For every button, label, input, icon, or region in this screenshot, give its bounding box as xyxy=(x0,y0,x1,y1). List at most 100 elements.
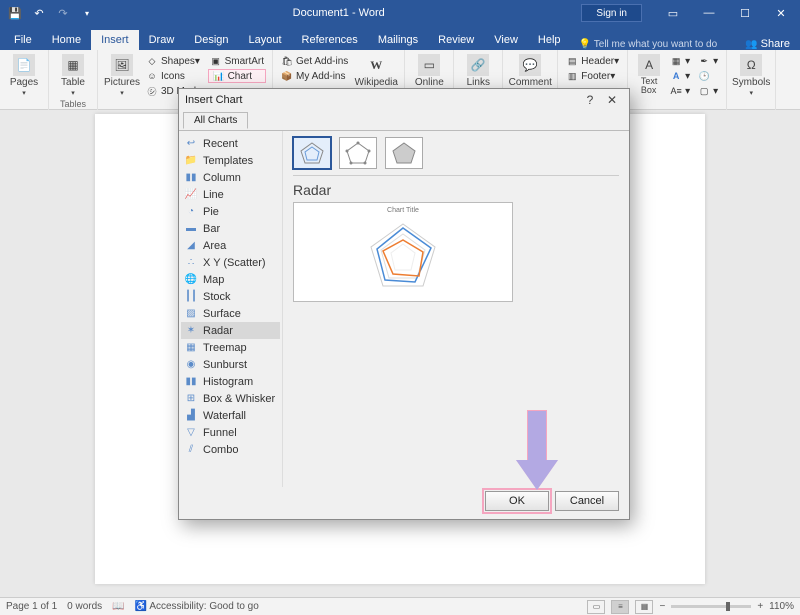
side-histogram[interactable]: ▮▮Histogram xyxy=(181,373,280,390)
table-button[interactable]: ▦ Table ▾ xyxy=(53,52,93,97)
tab-help[interactable]: Help xyxy=(528,30,571,50)
spellcheck-icon[interactable]: 📖 xyxy=(112,601,124,612)
symbols-icon: Ω xyxy=(740,54,762,76)
quickparts-button[interactable]: ▦▾ xyxy=(668,54,692,68)
bar-icon: ▬ xyxy=(184,222,198,236)
radar-icon: ✶ xyxy=(184,324,198,338)
tab-mailings[interactable]: Mailings xyxy=(368,30,428,50)
chart-button[interactable]: 📊Chart xyxy=(208,69,266,83)
side-recent[interactable]: ↩Recent xyxy=(181,135,280,152)
tab-draw[interactable]: Draw xyxy=(139,30,185,50)
side-sunburst[interactable]: ◉Sunburst xyxy=(181,356,280,373)
print-layout-icon[interactable]: ≡ xyxy=(611,600,629,614)
read-mode-icon[interactable]: ▭ xyxy=(587,600,605,614)
redo-icon[interactable]: ↷ xyxy=(54,4,72,22)
tab-view[interactable]: View xyxy=(484,30,528,50)
comment-icon: 💬 xyxy=(519,54,541,76)
comment-label: Comment xyxy=(509,77,552,88)
side-area[interactable]: ◢Area xyxy=(181,237,280,254)
dialog-close-icon[interactable]: ✕ xyxy=(601,93,623,107)
signature-icon: ✒ xyxy=(698,55,710,67)
quickparts-icon: ▦ xyxy=(670,55,682,67)
datetime-icon: 🕒 xyxy=(698,70,710,82)
pictures-button[interactable]: 🖼 Pictures ▾ xyxy=(102,52,142,110)
cancel-button[interactable]: Cancel xyxy=(555,491,619,511)
ribbon-display-icon[interactable]: ▭ xyxy=(656,0,690,26)
smartart-button[interactable]: ▣SmartArt xyxy=(208,54,266,68)
onlinevideo-button[interactable]: ▭ Online xyxy=(409,52,449,88)
side-waterfall-label: Waterfall xyxy=(203,410,246,422)
share-button[interactable]: Share xyxy=(745,38,790,50)
myaddins-button[interactable]: 📦My Add-ins xyxy=(279,69,350,83)
side-stock-label: Stock xyxy=(203,291,231,303)
side-pie[interactable]: ◔Pie xyxy=(181,203,280,220)
side-treemap[interactable]: ▦Treemap xyxy=(181,339,280,356)
callout-arrow xyxy=(516,410,558,498)
dropcap-icon: A≡ xyxy=(670,85,682,97)
comment-button[interactable]: 💬 Comment xyxy=(507,52,553,88)
side-stock[interactable]: ┃┃Stock xyxy=(181,288,280,305)
qat-dropdown-icon[interactable]: ▾ xyxy=(78,4,96,22)
allcharts-tab[interactable]: All Charts xyxy=(183,112,248,129)
side-scatter[interactable]: ∴X Y (Scatter) xyxy=(181,254,280,271)
symbols-button[interactable]: Ω Symbols ▾ xyxy=(731,52,771,97)
pages-button[interactable]: 📄 Pages ▾ xyxy=(4,52,44,97)
radar-subtype-3[interactable] xyxy=(385,137,423,169)
object-button[interactable]: ▢▾ xyxy=(696,84,720,98)
accessibility-status[interactable]: ♿ Accessibility: Good to go xyxy=(135,601,259,612)
maximize-icon[interactable]: ☐ xyxy=(728,0,762,26)
tab-design[interactable]: Design xyxy=(184,30,238,50)
icons-button[interactable]: ☺Icons xyxy=(144,69,204,83)
tell-me-search[interactable]: 💡 Tell me what you want to do xyxy=(579,39,718,50)
zoom-out-icon[interactable]: − xyxy=(659,601,665,612)
minimize-icon[interactable]: — xyxy=(692,0,726,26)
close-icon[interactable]: ✕ xyxy=(764,0,798,26)
word-count[interactable]: 0 words xyxy=(67,601,102,612)
tab-review[interactable]: Review xyxy=(428,30,484,50)
undo-icon[interactable]: ↶ xyxy=(30,4,48,22)
dropcap-button[interactable]: A≡▾ xyxy=(668,84,692,98)
tab-layout[interactable]: Layout xyxy=(239,30,292,50)
footer-button[interactable]: ▥Footer ▾ xyxy=(564,69,621,83)
subtype-thumbs xyxy=(293,137,619,176)
wordart-button[interactable]: A▾ xyxy=(668,69,692,83)
save-icon[interactable]: 💾 xyxy=(6,4,24,22)
side-waterfall[interactable]: ▟Waterfall xyxy=(181,407,280,424)
tab-references[interactable]: References xyxy=(292,30,368,50)
radar-subtype-1[interactable] xyxy=(293,137,331,169)
side-combo[interactable]: ⫽Combo xyxy=(181,441,280,458)
chart-preview[interactable]: Chart Title xyxy=(293,202,513,302)
getaddins-button[interactable]: 🛍Get Add-ins xyxy=(279,54,350,68)
group-pages: 📄 Pages ▾ xyxy=(0,50,49,110)
tab-insert[interactable]: Insert xyxy=(91,30,139,50)
side-map[interactable]: 🌐Map xyxy=(181,271,280,288)
textbox-button[interactable]: A Text Box xyxy=(632,52,666,110)
icons-icon: ☺ xyxy=(146,70,158,82)
side-boxwhisker[interactable]: ⊞Box & Whisker xyxy=(181,390,280,407)
sign-in-button[interactable]: Sign in xyxy=(581,4,642,22)
side-radar[interactable]: ✶Radar xyxy=(181,322,280,339)
side-funnel[interactable]: ▽Funnel xyxy=(181,424,280,441)
box-icon: ⊞ xyxy=(184,392,198,406)
page-indicator[interactable]: Page 1 of 1 xyxy=(6,601,57,612)
header-button[interactable]: ▤Header ▾ xyxy=(564,54,621,68)
datetime-button[interactable]: 🕒 xyxy=(696,69,720,83)
text-icons-col: ▦▾ A▾ A≡▾ xyxy=(666,52,694,110)
signature-button[interactable]: ✒▾ xyxy=(696,54,720,68)
dialog-help-icon[interactable]: ? xyxy=(579,93,601,107)
shapes-button[interactable]: ◇Shapes ▾ xyxy=(144,54,204,68)
side-bar[interactable]: ▬Bar xyxy=(181,220,280,237)
side-column[interactable]: ▮▮Column xyxy=(181,169,280,186)
tab-file[interactable]: File xyxy=(4,30,42,50)
zoom-slider[interactable] xyxy=(671,605,751,608)
tab-home[interactable]: Home xyxy=(42,30,91,50)
radar-subtype-2[interactable] xyxy=(339,137,377,169)
side-surface[interactable]: ▨Surface xyxy=(181,305,280,322)
tell-me-placeholder: Tell me what you want to do xyxy=(594,39,717,50)
zoom-level[interactable]: 110% xyxy=(769,601,794,612)
side-templates[interactable]: 📁Templates xyxy=(181,152,280,169)
side-line[interactable]: 📈Line xyxy=(181,186,280,203)
combo-icon: ⫽ xyxy=(184,443,198,457)
zoom-in-icon[interactable]: + xyxy=(757,601,763,612)
web-layout-icon[interactable]: ▦ xyxy=(635,600,653,614)
